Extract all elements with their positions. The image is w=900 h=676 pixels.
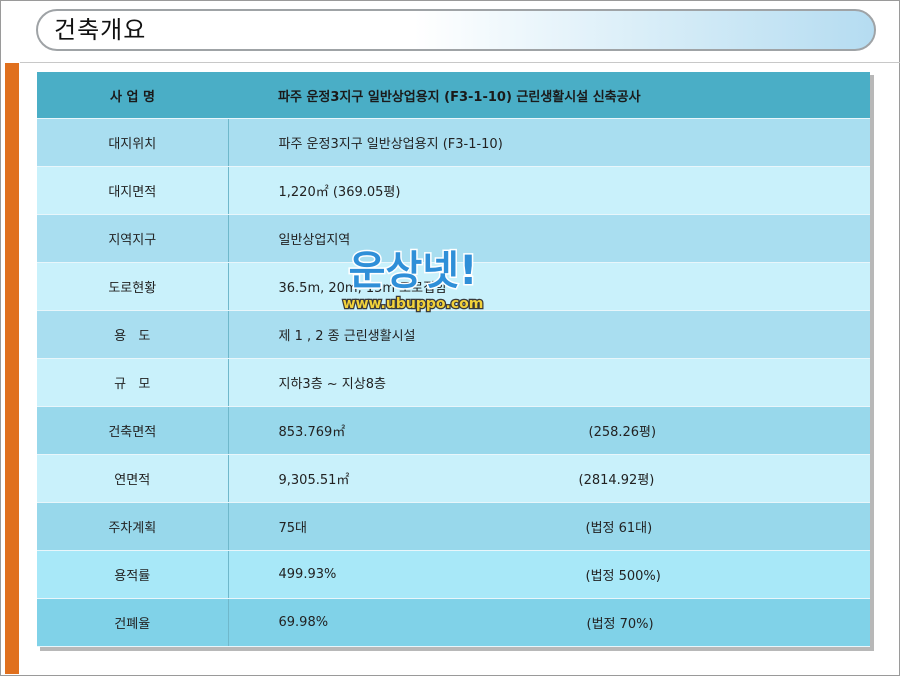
parking-plan-value: 75대: [278, 521, 308, 536]
row-value-parking-plan: 75대 (법정 61대): [228, 502, 870, 551]
row-label-gross-floor-area: 연면적: [37, 454, 229, 503]
row-label-building-coverage: 건폐율: [37, 598, 229, 647]
parking-plan-legal: (법정 61대): [585, 521, 653, 536]
building-area-value: 853.769㎡: [278, 425, 346, 440]
building-area-pyeong: (258.26평): [588, 425, 657, 440]
floor-area-ratio-legal: (법정 500%): [585, 569, 661, 584]
row-value-usage: 제 1 , 2 종 근린생활시설: [228, 310, 870, 359]
row-value-zoning: 일반상업지역: [228, 214, 870, 263]
row-value-road-status: 36.5m, 20m, 15m 도로접함: [228, 262, 870, 311]
row-label-scale: 규 모: [37, 358, 229, 407]
row-value-scale: 지하3층 ~ 지상8층: [228, 358, 870, 407]
floor-area-ratio-value: 499.93%: [278, 567, 337, 582]
row-value-floor-area-ratio: 499.93% (법정 500%): [228, 550, 870, 599]
table-row: 규 모 지하3층 ~ 지상8층: [37, 358, 870, 407]
building-overview-table: 사 업 명 파주 운정3지구 일반상업용지 (F3-1-10) 근린생활시설 신…: [37, 72, 870, 647]
row-value-gross-floor-area: 9,305.51㎡ (2814.92평): [228, 454, 870, 503]
table-row: 지역지구 일반상업지역: [37, 214, 870, 263]
table-row: 연면적 9,305.51㎡ (2814.92평): [37, 454, 870, 503]
row-value-building-area: 853.769㎡ (258.26평): [228, 406, 870, 455]
row-label-parking-plan: 주차계획: [37, 502, 229, 551]
table-header-row: 사 업 명 파주 운정3지구 일반상업용지 (F3-1-10) 근린생활시설 신…: [37, 72, 870, 119]
row-value-site-location: 파주 운정3지구 일반상업용지 (F3-1-10): [228, 118, 870, 167]
row-value-site-area: 1,220㎡ (369.05평): [228, 166, 870, 215]
row-label-building-area: 건축면적: [37, 406, 229, 455]
table-row: 건축면적 853.769㎡ (258.26평): [37, 406, 870, 455]
row-label-road-status: 도로현황: [37, 262, 229, 311]
row-label-site-location: 대지위치: [37, 118, 229, 167]
gross-floor-area-pyeong: (2814.92평): [578, 473, 655, 488]
gross-floor-area-value: 9,305.51㎡: [278, 473, 350, 488]
table-row: 주차계획 75대 (법정 61대): [37, 502, 870, 551]
header-divider: [20, 62, 900, 63]
row-label-zoning: 지역지구: [37, 214, 229, 263]
building-coverage-legal: (법정 70%): [586, 617, 654, 632]
page-title: 건축개요: [54, 16, 147, 44]
table-row: 용 도 제 1 , 2 종 근린생활시설: [37, 310, 870, 359]
table-row: 건폐율 69.98% (법정 70%): [37, 598, 870, 647]
header-value: 파주 운정3지구 일반상업용지 (F3-1-10) 근린생활시설 신축공사: [228, 72, 870, 119]
row-label-site-area: 대지면적: [37, 166, 229, 215]
row-value-building-coverage: 69.98% (법정 70%): [228, 598, 870, 647]
title-bar: 건축개요: [36, 9, 876, 51]
accent-bar: [5, 63, 19, 674]
row-label-usage: 용 도: [37, 310, 229, 359]
row-label-floor-area-ratio: 용적률: [37, 550, 229, 599]
table-row: 용적률 499.93% (법정 500%): [37, 550, 870, 599]
header-label: 사 업 명: [37, 72, 228, 119]
table-row: 도로현황 36.5m, 20m, 15m 도로접함: [37, 262, 870, 311]
building-coverage-value: 69.98%: [278, 615, 329, 630]
table-row: 대지면적 1,220㎡ (369.05평): [37, 166, 870, 215]
table-row: 대지위치 파주 운정3지구 일반상업용지 (F3-1-10): [37, 118, 870, 167]
